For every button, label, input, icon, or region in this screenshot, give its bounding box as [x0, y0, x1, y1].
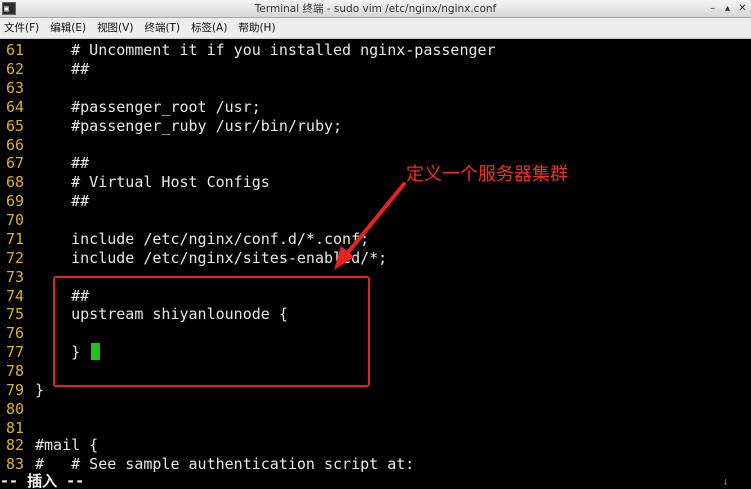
- line-number: 75: [6, 305, 25, 323]
- line-number: 69: [6, 192, 25, 210]
- line-number: 74: [6, 287, 25, 305]
- menu-view[interactable]: 视图(V): [97, 18, 133, 39]
- annotation-label: 定义一个服务器集群: [406, 164, 568, 185]
- line-number: 64: [6, 98, 25, 116]
- line-text: }: [35, 381, 45, 399]
- menu-bar: 文件(F) 编辑(E) 视图(V) 终端(T) 标签(A) 帮助(H): [0, 18, 751, 39]
- line-text: # Uncomment it if you installed nginx-pa…: [35, 41, 496, 59]
- menu-file[interactable]: 文件(F): [4, 18, 39, 39]
- vim-mode-status: -- 插入 --: [0, 472, 85, 489]
- menu-edit[interactable]: 编辑(E): [50, 18, 86, 39]
- window-titlebar[interactable]: ▣ Terminal 终端 - sudo vim /etc/nginx/ngin…: [0, 0, 751, 18]
- line-number: 70: [6, 211, 25, 229]
- line-number: 79: [6, 381, 25, 399]
- close-icon[interactable]: ✕: [736, 2, 749, 15]
- minimize-icon[interactable]: –: [706, 2, 719, 15]
- line-number: 67: [6, 154, 25, 172]
- terminal-area[interactable]: 61 # Uncomment it if you installed nginx…: [0, 39, 751, 489]
- line-text: #passenger_ruby /usr/bin/ruby;: [35, 117, 343, 135]
- line-text: # # See sample authentication script at:: [35, 455, 415, 473]
- line-text: include /etc/nginx/conf.d/*.conf;: [35, 230, 370, 248]
- line-number: 71: [6, 230, 25, 248]
- line-number: 61: [6, 41, 25, 59]
- menu-tabs[interactable]: 标签(A): [191, 18, 227, 39]
- line-number: 80: [6, 400, 25, 418]
- line-text: ##: [35, 60, 90, 78]
- line-number: 72: [6, 249, 25, 267]
- line-number: 73: [6, 268, 25, 286]
- line-number: 78: [6, 362, 25, 380]
- line-text: # Virtual Host Configs: [35, 173, 270, 191]
- line-text: include /etc/nginx/sites-enabled/*;: [35, 249, 388, 267]
- menu-help[interactable]: 帮助(H): [238, 18, 275, 39]
- line-number: 76: [6, 324, 25, 342]
- window-title: Terminal 终端 - sudo vim /etc/nginx/nginx.…: [254, 3, 497, 15]
- maximize-icon[interactable]: ▴: [721, 2, 734, 15]
- line-number: 66: [6, 136, 25, 154]
- line-number: 65: [6, 117, 25, 135]
- line-number: 68: [6, 173, 25, 191]
- annotation-highlight-box: [53, 276, 370, 387]
- scroll-indicator-icon: ↓: [722, 475, 729, 488]
- line-number: 63: [6, 79, 25, 97]
- line-number: 82: [6, 436, 25, 454]
- line-text: #mail {: [35, 436, 99, 454]
- line-text: #passenger_root /usr;: [35, 98, 261, 116]
- line-text: ##: [35, 192, 90, 210]
- line-number: 62: [6, 60, 25, 78]
- menu-terminal[interactable]: 终端(T): [144, 18, 180, 39]
- line-text: ##: [35, 154, 90, 172]
- line-number: 77: [6, 343, 25, 361]
